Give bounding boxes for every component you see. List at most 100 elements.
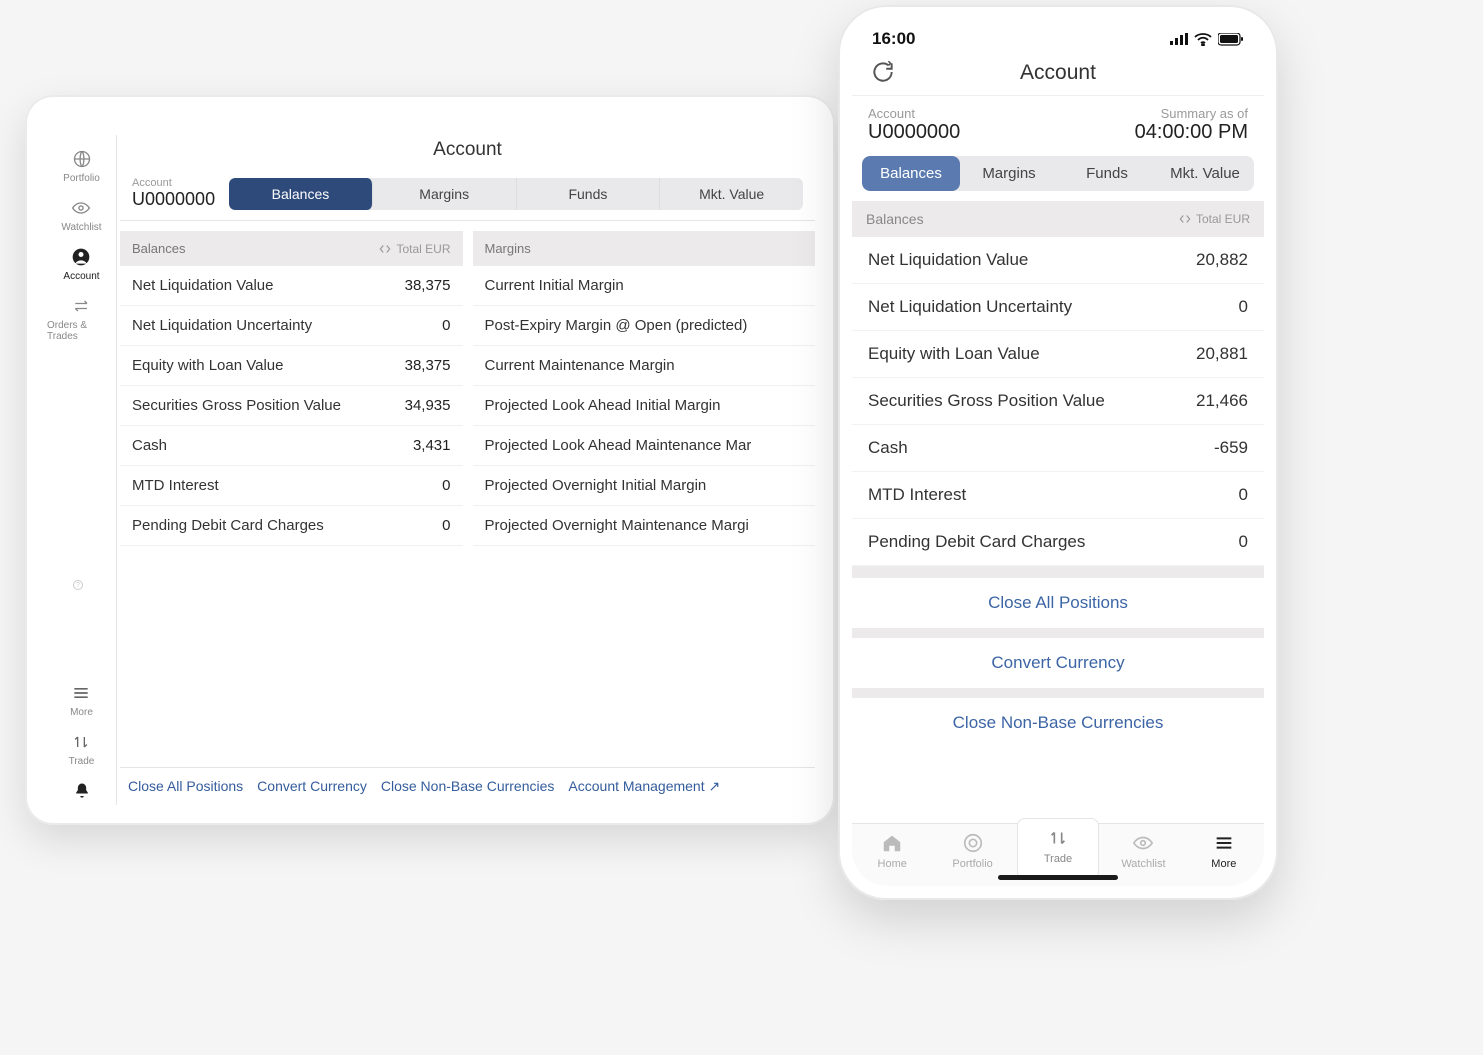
globe-icon bbox=[72, 149, 92, 169]
tablet-screen: Account Account U0000000 Balances Margin… bbox=[120, 113, 815, 805]
row-value: 0 bbox=[1239, 297, 1248, 317]
row-value: 0 bbox=[1239, 485, 1248, 505]
row-label: Net Liquidation Value bbox=[868, 250, 1028, 270]
cellular-icon bbox=[1170, 33, 1188, 45]
sidebar-item-orders[interactable]: Orders & Trades bbox=[47, 296, 116, 342]
row-label: MTD Interest bbox=[132, 477, 219, 494]
person-circle-icon bbox=[71, 247, 91, 267]
row-label: Cash bbox=[132, 437, 167, 454]
summary-label: Summary as of bbox=[1135, 106, 1248, 121]
sidebar-item-more[interactable]: More bbox=[70, 683, 93, 718]
row-label: Current Initial Margin bbox=[485, 277, 624, 294]
sidebar-item-label: Watchlist bbox=[61, 222, 101, 233]
sidebar-item-label: Orders & Trades bbox=[47, 320, 116, 342]
row-label: Securities Gross Position Value bbox=[868, 391, 1105, 411]
tab-margins[interactable]: Margins bbox=[373, 178, 517, 210]
table-row: Current Initial Margin bbox=[473, 266, 816, 306]
action-convert-currency[interactable]: Convert Currency bbox=[852, 638, 1264, 688]
balances-header: Balances Total EUR bbox=[120, 231, 463, 266]
tab-mkt-value[interactable]: Mkt. Value bbox=[660, 178, 803, 210]
home-indicator[interactable] bbox=[998, 875, 1118, 880]
table-row: MTD Interest 0 bbox=[852, 472, 1264, 519]
footer-link-close-nonbase[interactable]: Close Non-Base Currencies bbox=[381, 778, 555, 795]
margins-header-label: Margins bbox=[485, 241, 531, 256]
sidebar-item-label: Account bbox=[63, 271, 99, 282]
eye-icon bbox=[71, 198, 91, 218]
row-value: 3,431 bbox=[413, 437, 451, 454]
margins-header: Margins bbox=[473, 231, 816, 266]
tab-funds[interactable]: Funds bbox=[1058, 156, 1156, 191]
sidebar-item-account[interactable]: Account bbox=[63, 247, 99, 282]
table-row: Securities Gross Position Value34,935 bbox=[120, 386, 463, 426]
expand-columns-button[interactable]: Total EUR bbox=[378, 242, 450, 256]
row-label: Cash bbox=[868, 438, 908, 458]
sidebar-item-label: Trade bbox=[69, 756, 95, 767]
table-row: Cash 3,431 bbox=[120, 426, 463, 466]
total-currency-label: Total EUR bbox=[1196, 212, 1250, 226]
phone-status-time: 16:00 bbox=[872, 29, 915, 49]
footer-link-close-all[interactable]: Close All Positions bbox=[128, 778, 243, 795]
tabbar-label: Portfolio bbox=[952, 858, 992, 870]
bell-icon bbox=[72, 781, 92, 801]
table-row: Cash -659 bbox=[852, 425, 1264, 472]
tabbar-label: Trade bbox=[1044, 853, 1072, 865]
footer-link-acct-mgmt[interactable]: Account Management ↗ bbox=[568, 778, 720, 795]
row-label: Current Maintenance Margin bbox=[485, 357, 675, 374]
table-row: Net Liquidation Uncertainty0 bbox=[120, 306, 463, 346]
table-row: Net Liquidation Value 20,882 bbox=[852, 237, 1264, 284]
expand-columns-button[interactable]: Total EUR bbox=[1178, 212, 1250, 226]
table-row: Net Liquidation Value38,375 bbox=[120, 266, 463, 306]
sidebar-item-alerts[interactable] bbox=[72, 781, 92, 805]
sidebar-item-trade[interactable]: Trade bbox=[69, 732, 95, 767]
action-close-all-positions[interactable]: Close All Positions bbox=[852, 578, 1264, 628]
phone-status-bar: 16:00 bbox=[852, 19, 1264, 53]
account-id: U0000000 bbox=[132, 189, 215, 210]
sidebar-item-label: Portfolio bbox=[63, 173, 100, 184]
phone-summary: Account U0000000 Summary as of 04:00:00 … bbox=[852, 96, 1264, 156]
phone-screen: 16:00 Account Account U0000000 Summary a… bbox=[852, 19, 1264, 886]
table-row: Post-Expiry Margin @ Open (predicted) bbox=[473, 306, 816, 346]
row-label: MTD Interest bbox=[868, 485, 966, 505]
row-value: -659 bbox=[1214, 438, 1248, 458]
row-label: Securities Gross Position Value bbox=[132, 397, 341, 414]
phone-tabs: Balances Margins Funds Mkt. Value bbox=[862, 156, 1254, 191]
tabbar-label: Watchlist bbox=[1121, 858, 1165, 870]
trade-arrows-icon bbox=[71, 732, 91, 752]
phone-title-text: Account bbox=[1020, 61, 1096, 84]
tabbar-more[interactable]: More bbox=[1184, 824, 1264, 886]
tab-balances[interactable]: Balances bbox=[862, 156, 960, 191]
tablet-tabs: Balances Margins Funds Mkt. Value bbox=[229, 178, 803, 210]
balances-rows: Net Liquidation Value38,375Net Liquidati… bbox=[120, 266, 463, 546]
row-label: Net Liquidation Uncertainty bbox=[868, 297, 1072, 317]
phone-rows: Net Liquidation Value20,882Net Liquidati… bbox=[852, 237, 1264, 566]
row-value: 38,375 bbox=[405, 277, 451, 294]
row-value: 0 bbox=[442, 517, 450, 534]
margins-rows: Current Initial Margin Post-Expiry Margin… bbox=[473, 266, 816, 546]
account-id: U0000000 bbox=[868, 121, 960, 144]
tab-mkt-value[interactable]: Mkt. Value bbox=[1156, 156, 1254, 191]
table-row: MTD Interest0 bbox=[120, 466, 463, 506]
phone-page-title: Account bbox=[852, 53, 1264, 96]
tablet-panels: Balances Total EUR Net Liquidation Value… bbox=[120, 221, 815, 767]
row-label: Post-Expiry Margin @ Open (predicted) bbox=[485, 317, 748, 334]
sidebar-item-watchlist[interactable]: Watchlist bbox=[61, 198, 101, 233]
tab-margins[interactable]: Margins bbox=[960, 156, 1058, 191]
account-label: Account bbox=[132, 177, 215, 189]
refresh-button[interactable] bbox=[870, 59, 896, 85]
tabbar-home[interactable]: Home bbox=[852, 824, 932, 886]
sidebar-item-portfolio[interactable]: Portfolio bbox=[63, 149, 100, 184]
tab-balances[interactable]: Balances bbox=[229, 178, 373, 210]
table-row: Projected Look Ahead Maintenance Mar bbox=[473, 426, 816, 466]
tablet-device: ? 16:00 Ma 1 mrt. Portfolio Watchlist Ac… bbox=[25, 95, 835, 825]
row-label: Projected Look Ahead Maintenance Mar bbox=[485, 437, 752, 454]
tabbar-trade[interactable]: Trade bbox=[1017, 818, 1099, 880]
tablet-footer: Close All Positions Convert Currency Clo… bbox=[120, 767, 815, 805]
row-value: 0 bbox=[442, 317, 450, 334]
action-close-non-base[interactable]: Close Non-Base Currencies bbox=[852, 698, 1264, 748]
footer-link-convert[interactable]: Convert Currency bbox=[257, 778, 367, 795]
row-value: 38,375 bbox=[405, 357, 451, 374]
tabbar-label: Home bbox=[878, 858, 907, 870]
row-label: Pending Debit Card Charges bbox=[868, 532, 1085, 552]
tab-funds[interactable]: Funds bbox=[517, 178, 661, 210]
row-value: 20,882 bbox=[1196, 250, 1248, 270]
